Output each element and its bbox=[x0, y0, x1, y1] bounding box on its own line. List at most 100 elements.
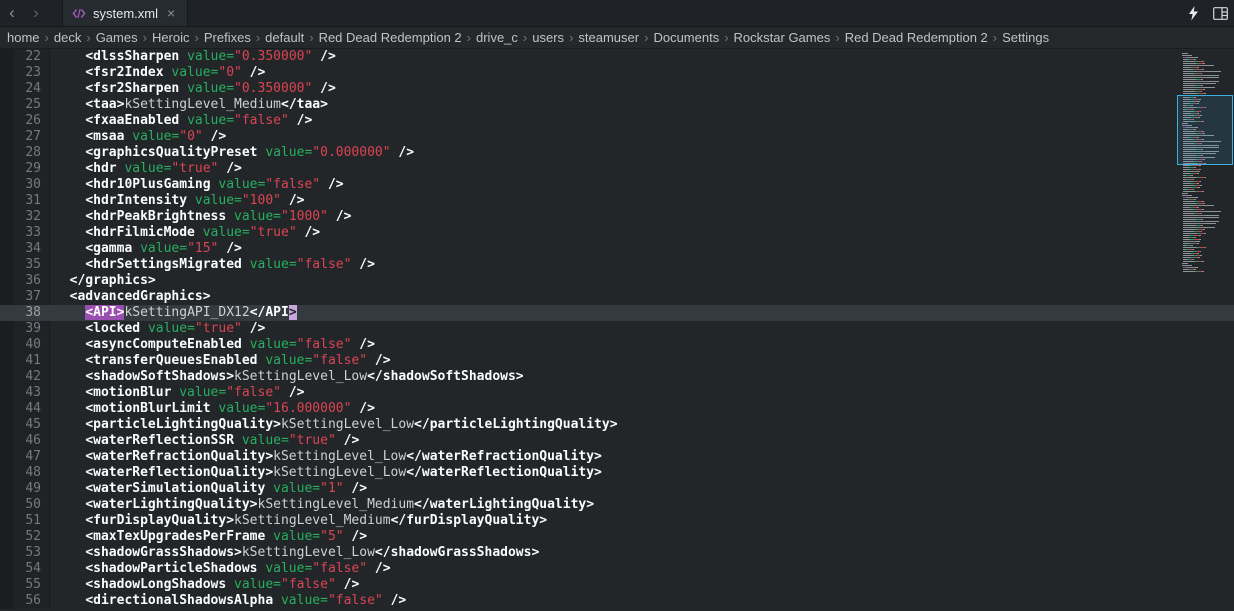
code-text[interactable]: <fsr2Sharpen value="0.350000" /> bbox=[50, 81, 1234, 97]
lightning-icon[interactable] bbox=[1188, 6, 1199, 21]
code-text[interactable]: <asyncComputeEnabled value="false" /> bbox=[50, 337, 1234, 353]
code-line[interactable]: 29 <hdr value="true" /> bbox=[0, 161, 1234, 177]
code-text[interactable]: <advancedGraphics> bbox=[50, 289, 1234, 305]
breadcrumb-item[interactable]: Red Dead Redemption 2 bbox=[840, 30, 993, 45]
code-line[interactable]: 37 <advancedGraphics> bbox=[0, 289, 1234, 305]
code-text[interactable]: <shadowGrassShadows>kSettingLevel_Low</s… bbox=[50, 545, 1234, 561]
code-line[interactable]: 39 <locked value="true" /> bbox=[0, 321, 1234, 337]
code-line[interactable]: 26 <fxaaEnabled value="false" /> bbox=[0, 113, 1234, 129]
breadcrumb-item[interactable]: Heroic bbox=[147, 30, 195, 45]
code-line[interactable]: 30 <hdr10PlusGaming value="false" /> bbox=[0, 177, 1234, 193]
code-line[interactable]: 48 <waterReflectionQuality>kSettingLevel… bbox=[0, 465, 1234, 481]
breadcrumb-item[interactable]: Red Dead Redemption 2 bbox=[314, 30, 467, 45]
code-area[interactable]: 22 <dlssSharpen value="0.350000" /> 23 <f… bbox=[0, 49, 1234, 609]
code-text[interactable]: <locked value="true" /> bbox=[50, 321, 1234, 337]
code-text[interactable]: <waterReflectionQuality>kSettingLevel_Lo… bbox=[50, 465, 1234, 481]
tab-system-xml[interactable]: system.xml × bbox=[62, 0, 189, 26]
back-button[interactable]: ‹ bbox=[0, 0, 24, 26]
breadcrumb-item[interactable]: Prefixes bbox=[199, 30, 256, 45]
code-text[interactable]: <motionBlurLimit value="16.000000" /> bbox=[50, 401, 1234, 417]
code-line[interactable]: 52 <maxTexUpgradesPerFrame value="5" /> bbox=[0, 529, 1234, 545]
code-line[interactable]: 55 <shadowLongShadows value="false" /> bbox=[0, 577, 1234, 593]
code-line[interactable]: 24 <fsr2Sharpen value="0.350000" /> bbox=[0, 81, 1234, 97]
code-line[interactable]: 34 <gamma value="15" /> bbox=[0, 241, 1234, 257]
panel-grid-icon[interactable] bbox=[1213, 7, 1228, 20]
breadcrumb-item[interactable]: Settings bbox=[997, 30, 1054, 45]
code-text[interactable]: <taa>kSettingLevel_Medium</taa> bbox=[50, 97, 1234, 113]
code-line[interactable]: 44 <motionBlurLimit value="16.000000" /> bbox=[0, 401, 1234, 417]
breadcrumb-item[interactable]: Games bbox=[91, 30, 143, 45]
breadcrumb-item[interactable]: Rockstar Games bbox=[729, 30, 836, 45]
breadcrumb-item[interactable]: deck bbox=[49, 30, 86, 45]
code-line[interactable]: 36 </graphics> bbox=[0, 273, 1234, 289]
code-line[interactable]: 49 <waterSimulationQuality value="1" /> bbox=[0, 481, 1234, 497]
code-text[interactable]: <waterSimulationQuality value="1" /> bbox=[50, 481, 1234, 497]
code-text[interactable]: <maxTexUpgradesPerFrame value="5" /> bbox=[50, 529, 1234, 545]
code-text[interactable]: <fsr2Index value="0" /> bbox=[50, 65, 1234, 81]
code-line[interactable]: 23 <fsr2Index value="0" /> bbox=[0, 65, 1234, 81]
breadcrumb-item[interactable]: users bbox=[527, 30, 569, 45]
code-line[interactable]: 51 <furDisplayQuality>kSettingLevel_Medi… bbox=[0, 513, 1234, 529]
code-text[interactable]: <hdrIntensity value="100" /> bbox=[50, 193, 1234, 209]
code-line[interactable]: 43 <motionBlur value="false" /> bbox=[0, 385, 1234, 401]
code-text[interactable]: <shadowLongShadows value="false" /> bbox=[50, 577, 1234, 593]
code-text[interactable]: <msaa value="0" /> bbox=[50, 129, 1234, 145]
code-line[interactable]: 35 <hdrSettingsMigrated value="false" /> bbox=[0, 257, 1234, 273]
code-line[interactable]: 31 <hdrIntensity value="100" /> bbox=[0, 193, 1234, 209]
breadcrumb-item[interactable]: steamuser bbox=[573, 30, 644, 45]
code-line[interactable]: 22 <dlssSharpen value="0.350000" /> bbox=[0, 49, 1234, 65]
minimap[interactable] bbox=[1176, 51, 1234, 279]
code-line[interactable]: 40 <asyncComputeEnabled value="false" /> bbox=[0, 337, 1234, 353]
code-text[interactable]: <furDisplayQuality>kSettingLevel_Medium<… bbox=[50, 513, 1234, 529]
forward-button[interactable]: › bbox=[24, 0, 48, 26]
line-number: 23 bbox=[14, 65, 50, 81]
code-line[interactable]: 38 <API>kSettingAPI_DX12</API> bbox=[0, 305, 1234, 321]
code-text[interactable]: <dlssSharpen value="0.350000" /> bbox=[50, 49, 1234, 65]
breadcrumb-item[interactable]: home bbox=[2, 30, 45, 45]
code-line[interactable]: 56 <directionalShadowsAlpha value="false… bbox=[0, 593, 1234, 609]
code-line[interactable]: 27 <msaa value="0" /> bbox=[0, 129, 1234, 145]
code-line[interactable]: 45 <particleLightingQuality>kSettingLeve… bbox=[0, 417, 1234, 433]
line-number: 53 bbox=[14, 545, 50, 561]
code-text[interactable]: </graphics> bbox=[50, 273, 1234, 289]
code-text[interactable]: <shadowParticleShadows value="false" /> bbox=[50, 561, 1234, 577]
tab-close-icon[interactable]: × bbox=[165, 5, 177, 21]
code-text[interactable]: <particleLightingQuality>kSettingLevel_L… bbox=[50, 417, 1234, 433]
editor[interactable]: 22 <dlssSharpen value="0.350000" /> 23 <f… bbox=[0, 49, 1234, 611]
code-line[interactable]: 47 <waterRefractionQuality>kSettingLevel… bbox=[0, 449, 1234, 465]
code-line[interactable]: 54 <shadowParticleShadows value="false" … bbox=[0, 561, 1234, 577]
code-text[interactable]: <hdrFilmicMode value="true" /> bbox=[50, 225, 1234, 241]
code-text[interactable]: <hdrSettingsMigrated value="false" /> bbox=[50, 257, 1234, 273]
code-line[interactable]: 41 <transferQueuesEnabled value="false" … bbox=[0, 353, 1234, 369]
code-text[interactable]: <motionBlur value="false" /> bbox=[50, 385, 1234, 401]
minimap-viewport[interactable] bbox=[1177, 95, 1233, 165]
code-text[interactable]: <gamma value="15" /> bbox=[50, 241, 1234, 257]
code-line[interactable]: 33 <hdrFilmicMode value="true" /> bbox=[0, 225, 1234, 241]
code-text[interactable]: <hdr10PlusGaming value="false" /> bbox=[50, 177, 1234, 193]
code-text[interactable]: <fxaaEnabled value="false" /> bbox=[50, 113, 1234, 129]
code-text[interactable]: <hdr value="true" /> bbox=[50, 161, 1234, 177]
token-tag: <advancedGraphics> bbox=[69, 289, 211, 304]
breadcrumb-item[interactable]: Documents bbox=[648, 30, 724, 45]
code-text[interactable]: <transferQueuesEnabled value="false" /> bbox=[50, 353, 1234, 369]
code-text[interactable]: <directionalShadowsAlpha value="false" /… bbox=[50, 593, 1234, 609]
code-line[interactable]: 28 <graphicsQualityPreset value="0.00000… bbox=[0, 145, 1234, 161]
code-text[interactable]: <shadowSoftShadows>kSettingLevel_Low</sh… bbox=[50, 369, 1234, 385]
code-text[interactable]: <waterRefractionQuality>kSettingLevel_Lo… bbox=[50, 449, 1234, 465]
code-text[interactable]: <API>kSettingAPI_DX12</API> bbox=[50, 305, 1234, 321]
bookmark-gutter bbox=[0, 577, 14, 593]
token-str: "false" bbox=[226, 385, 281, 400]
code-line[interactable]: 42 <shadowSoftShadows>kSettingLevel_Low<… bbox=[0, 369, 1234, 385]
breadcrumb-item[interactable]: default bbox=[260, 30, 309, 45]
code-line[interactable]: 53 <shadowGrassShadows>kSettingLevel_Low… bbox=[0, 545, 1234, 561]
token-attr: value= bbox=[280, 593, 328, 608]
code-text[interactable]: <hdrPeakBrightness value="1000" /> bbox=[50, 209, 1234, 225]
code-text[interactable]: <waterLightingQuality>kSettingLevel_Medi… bbox=[50, 497, 1234, 513]
code-text[interactable]: <graphicsQualityPreset value="0.000000" … bbox=[50, 145, 1234, 161]
code-text[interactable]: <waterReflectionSSR value="true" /> bbox=[50, 433, 1234, 449]
code-line[interactable]: 25 <taa>kSettingLevel_Medium</taa> bbox=[0, 97, 1234, 113]
code-line[interactable]: 50 <waterLightingQuality>kSettingLevel_M… bbox=[0, 497, 1234, 513]
code-line[interactable]: 46 <waterReflectionSSR value="true" /> bbox=[0, 433, 1234, 449]
code-line[interactable]: 32 <hdrPeakBrightness value="1000" /> bbox=[0, 209, 1234, 225]
breadcrumb-item[interactable]: drive_c bbox=[471, 30, 523, 45]
